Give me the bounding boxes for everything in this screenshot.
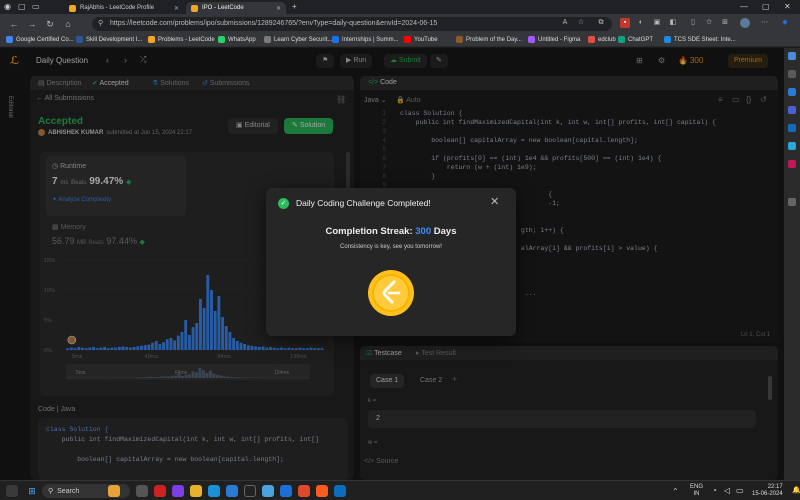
add-icon[interactable] — [788, 198, 796, 206]
bookmark-favicon-icon — [618, 36, 625, 43]
search-highlight-icon — [108, 485, 120, 497]
bookmark-star-icon[interactable]: ☆ — [576, 18, 586, 28]
search-icon: ⚲ — [48, 488, 54, 495]
leetcode-favicon — [69, 4, 76, 12]
task-view-icon[interactable] — [136, 485, 148, 497]
bookmark-item[interactable]: ChatGPT — [618, 36, 653, 43]
completion-modal: ✓ Daily Coding Challenge Completed! ✕ Co… — [266, 188, 516, 336]
widgets-icon[interactable] — [6, 485, 18, 497]
brave-icon[interactable] — [316, 485, 328, 497]
tray-chevron-icon[interactable]: ⌃ — [672, 487, 679, 496]
streak-line: Completion Streak: 300 Days — [325, 226, 457, 237]
bookmark-item[interactable]: Untitled - Figma — [528, 36, 580, 43]
bookmark-favicon-icon — [264, 36, 271, 43]
bookmarks-bar: Google Certified Co... Skill Development … — [0, 34, 800, 47]
close-window-icon[interactable]: ✕ — [784, 2, 791, 11]
browser-tab-ipo[interactable]: IPO - LeetCode ✕ — [186, 2, 286, 14]
bookmark-favicon-icon — [148, 36, 155, 43]
modal-subtitle: Consistency is key, see you tomorrow! — [340, 244, 442, 250]
favorites-icon[interactable]: ✩ — [704, 18, 714, 28]
bookmark-favicon-icon — [664, 36, 671, 43]
file-explorer-icon[interactable] — [190, 485, 202, 497]
app-icon[interactable] — [262, 485, 274, 497]
address-bar[interactable]: ⚲ https://leetcode.com/problems/ipo/subm… — [92, 17, 612, 31]
outlook-icon[interactable] — [788, 124, 796, 132]
bookmark-favicon-icon — [528, 36, 535, 43]
site-info-icon[interactable]: ⚲ — [98, 17, 103, 31]
bookmark-favicon-icon — [588, 36, 595, 43]
bookmark-item[interactable]: YouTube — [404, 36, 438, 43]
app-icon[interactable] — [226, 485, 238, 497]
bookmark-favicon-icon — [76, 36, 83, 43]
more-menu-icon[interactable]: ⋯ — [760, 18, 770, 28]
bookmark-favicon-icon — [456, 36, 463, 43]
forward-icon[interactable]: → — [26, 18, 38, 30]
bookmark-item[interactable]: Internships | Summ... — [332, 36, 399, 43]
home-icon[interactable]: ⌂ — [62, 18, 74, 30]
leetcode-favicon — [191, 4, 198, 12]
close-tab-icon[interactable]: ✕ — [276, 5, 281, 12]
close-tab-icon[interactable]: ✕ — [174, 5, 179, 12]
games-icon[interactable] — [788, 106, 796, 114]
extensions-icon[interactable]: ⧉ — [596, 18, 606, 28]
search-icon[interactable] — [788, 52, 796, 60]
browser-tab-strip: ◉ ▢ ▭ RajAbhis - LeetCode Profile ✕ IPO … — [0, 0, 800, 14]
back-icon[interactable]: ← — [8, 18, 20, 30]
split-screen-icon[interactable]: ▯ — [688, 18, 698, 28]
coin-icon — [368, 270, 414, 316]
app-icon[interactable] — [172, 485, 184, 497]
new-tab-icon[interactable]: + — [292, 2, 297, 11]
bookmark-item[interactable]: Problem of the Day... — [456, 36, 522, 43]
bookmark-favicon-icon — [6, 36, 13, 43]
app-icon[interactable] — [788, 160, 796, 168]
maximize-icon[interactable]: ▢ — [762, 2, 770, 11]
translate-icon[interactable]: A — [560, 18, 570, 28]
success-check-icon: ✓ — [278, 198, 289, 209]
battery-icon[interactable]: ▭ — [736, 486, 744, 495]
modal-title: Daily Coding Challenge Completed! — [296, 198, 431, 208]
reload-icon[interactable]: ↻ — [44, 18, 56, 30]
extension-icon[interactable]: ▪ — [620, 18, 630, 28]
drop-icon[interactable] — [788, 142, 796, 150]
bookmark-item[interactable]: TCS SDE Sheet: Inte... — [664, 36, 736, 43]
collections-icon[interactable]: ⊞ — [720, 18, 730, 28]
bookmark-item[interactable]: Problems - LeetCode — [148, 36, 215, 43]
extension-icon[interactable]: ▣ — [652, 18, 662, 28]
close-icon[interactable]: ✕ — [490, 195, 499, 208]
shopping-icon[interactable] — [788, 70, 796, 78]
bookmark-favicon-icon — [218, 36, 225, 43]
minimize-icon[interactable]: — — [740, 2, 748, 11]
bookmark-favicon-icon — [332, 36, 339, 43]
chrome-icon[interactable] — [298, 485, 310, 497]
extension-icon[interactable]: ◐ — [636, 18, 646, 28]
bookmark-item[interactable]: Skill Development I... — [76, 36, 142, 43]
wifi-icon[interactable]: ◔ — [712, 486, 717, 495]
app-icon[interactable] — [244, 485, 256, 497]
language-indicator[interactable]: ENG IN — [690, 484, 703, 498]
edge-sidebar — [784, 48, 800, 480]
copilot-icon[interactable]: ◆ — [780, 18, 790, 28]
bookmark-item[interactable]: Google Certified Co... — [6, 36, 74, 43]
bookmark-favicon-icon — [404, 36, 411, 43]
bookmark-item[interactable]: WhatsApp — [218, 36, 256, 43]
browser-tab-profile[interactable]: RajAbhis - LeetCode Profile ✕ — [64, 2, 184, 14]
clock[interactable]: 22:17 15-06-2024 — [752, 484, 783, 498]
profile-icon[interactable]: ◉ — [4, 2, 11, 11]
app-icon[interactable] — [154, 485, 166, 497]
avatar[interactable] — [740, 18, 750, 28]
notifications-icon[interactable]: 🔔 — [792, 486, 800, 494]
tab-actions-icon[interactable]: ▭ — [32, 2, 40, 11]
bookmark-item[interactable]: Learn Cyber Securit... — [264, 36, 332, 43]
edge-icon[interactable] — [208, 485, 220, 497]
windows-start-icon[interactable]: ⊞ — [26, 485, 38, 497]
vscode-icon[interactable] — [334, 485, 346, 497]
volume-icon[interactable]: ◁ — [724, 486, 730, 495]
extension-icon[interactable]: ◧ — [668, 18, 678, 28]
tab-search-icon[interactable]: ▢ — [18, 2, 26, 11]
bookmark-item[interactable]: edclub — [588, 36, 616, 43]
app-icon[interactable] — [280, 485, 292, 497]
windows-taskbar: ⊞ ⚲ Search ⌃ ENG IN ◔ ◁ ▭ 22:17 15-06-2024 … — [0, 480, 800, 500]
tools-icon[interactable] — [788, 88, 796, 96]
browser-toolbar: ← → ↻ ⌂ ⚲ https://leetcode.com/problems/… — [0, 14, 800, 34]
